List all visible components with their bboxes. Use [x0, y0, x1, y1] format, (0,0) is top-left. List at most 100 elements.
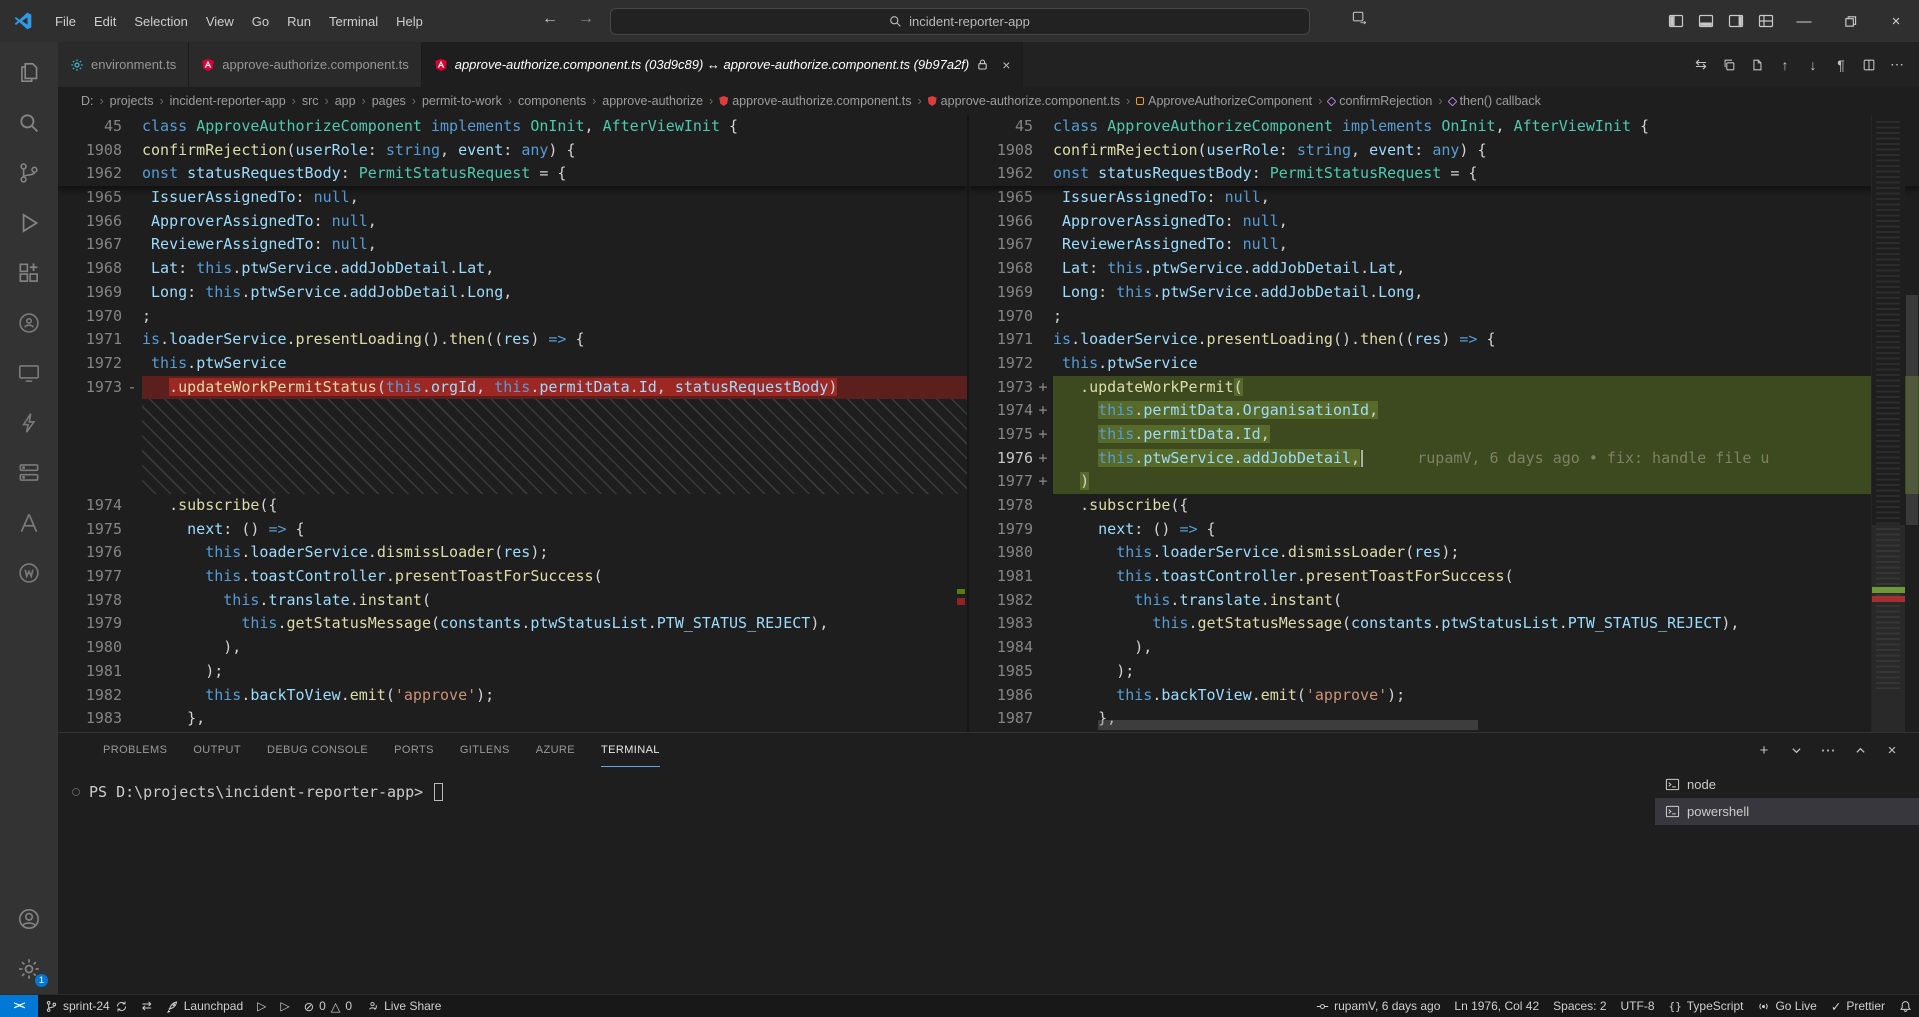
play-icon[interactable]: ▷: [273, 995, 296, 1017]
line-number[interactable]: 1977: [58, 565, 122, 589]
menu-terminal[interactable]: Terminal: [320, 9, 387, 34]
vertical-scrollbar[interactable]: [1906, 295, 1918, 525]
code-line[interactable]: 1981 );: [58, 660, 967, 684]
search-sidebar-icon[interactable]: [0, 98, 58, 148]
line-number[interactable]: 1962: [969, 162, 1033, 186]
code-line[interactable]: 1972 this.ptwService: [969, 352, 1919, 376]
line-number[interactable]: 1971: [969, 328, 1033, 352]
line-number[interactable]: 1978: [58, 589, 122, 613]
line-number[interactable]: 1986: [969, 684, 1033, 708]
code-line[interactable]: 1975+ this.permitData.Id,: [969, 423, 1919, 447]
line-number[interactable]: 1962: [58, 162, 122, 186]
code-line[interactable]: 1974+ this.permitData.OrganisationId,: [969, 399, 1919, 423]
line-number[interactable]: 1967: [58, 233, 122, 257]
line-number[interactable]: 1984: [969, 636, 1033, 660]
line-number[interactable]: 1975: [58, 518, 122, 542]
code-line[interactable]: 45class ApproveAuthorizeComponent implem…: [58, 115, 967, 139]
code-line[interactable]: 1971is.loaderService.presentLoading().th…: [969, 328, 1919, 352]
line-number[interactable]: 1974: [969, 399, 1033, 423]
menu-view[interactable]: View: [197, 9, 243, 34]
code-line[interactable]: 1962onst statusRequestBody: PermitStatus…: [58, 162, 967, 186]
toggle-sidebar-icon[interactable]: [1661, 13, 1691, 29]
breadcrumb-item[interactable]: app: [334, 94, 357, 108]
notifications-bell-icon[interactable]: [1892, 995, 1919, 1017]
code-line[interactable]: 1970;: [969, 305, 1919, 329]
swap-sides-icon[interactable]: ⇆: [1689, 53, 1713, 77]
previous-change-icon[interactable]: ↑: [1773, 53, 1797, 77]
line-number[interactable]: 1976: [58, 541, 122, 565]
breadcrumb-item[interactable]: ApproveAuthorizeComponent: [1135, 94, 1313, 108]
source-control-icon[interactable]: [0, 148, 58, 198]
line-number[interactable]: 1965: [58, 186, 122, 210]
remote-explorer-icon[interactable]: [0, 348, 58, 398]
wakatime-icon[interactable]: [0, 548, 58, 598]
problems-item[interactable]: ⊘0 △0: [297, 995, 359, 1017]
code-line[interactable]: 1976+ this.ptwService.addJobDetail, rupa…: [969, 447, 1919, 471]
code-line[interactable]: 1908confirmRejection(userRole: string, e…: [58, 139, 967, 163]
line-number[interactable]: 1972: [58, 352, 122, 376]
prettier-item[interactable]: ✓ Prettier: [1824, 995, 1892, 1017]
code-line[interactable]: 1975 next: () => {: [58, 518, 967, 542]
code-line[interactable]: 1974 .subscribe({: [58, 494, 967, 518]
breadcrumb-item[interactable]: incident-reporter-app: [169, 94, 287, 108]
line-number[interactable]: 1973: [969, 376, 1033, 400]
breadcrumb-item[interactable]: pages: [371, 94, 407, 108]
line-number[interactable]: 1987: [969, 707, 1033, 731]
breadcrumb-item[interactable]: confirmRejection: [1327, 94, 1433, 108]
menu-selection[interactable]: Selection: [125, 9, 196, 34]
back-icon[interactable]: ←: [542, 10, 558, 28]
run-debug-icon[interactable]: [0, 198, 58, 248]
code-line[interactable]: 1982 this.translate.instant(: [969, 589, 1919, 613]
code-line[interactable]: 1986 this.backToView.emit('approve');: [969, 684, 1919, 708]
whitespace-icon[interactable]: ¶: [1829, 53, 1853, 77]
code-line[interactable]: 45class ApproveAuthorizeComponent implem…: [969, 115, 1919, 139]
code-line[interactable]: 1979 this.getStatusMessage(constants.ptw…: [58, 612, 967, 636]
line-number[interactable]: 1980: [58, 636, 122, 660]
code-line[interactable]: 1973- .updateWorkPermitStatus(this.orgId…: [58, 376, 967, 400]
line-number[interactable]: 1966: [58, 210, 122, 234]
line-number[interactable]: 1980: [969, 541, 1033, 565]
breadcrumb-item[interactable]: approve-authorize: [601, 94, 704, 108]
indentation[interactable]: Spaces: 2: [1546, 995, 1613, 1017]
line-number[interactable]: 1968: [58, 257, 122, 281]
extensions-icon[interactable]: [0, 248, 58, 298]
language-mode[interactable]: {} TypeScript: [1662, 995, 1751, 1017]
terminal-list-item-node[interactable]: node: [1655, 771, 1919, 798]
line-number[interactable]: 1985: [969, 660, 1033, 684]
breadcrumb-item[interactable]: components: [517, 94, 587, 108]
editor-layout-dropdown-icon[interactable]: [1352, 10, 1367, 25]
terminal-list-item-powershell[interactable]: powershell: [1655, 798, 1919, 825]
code-line[interactable]: 1966 ApproverAssignedTo: null,: [969, 210, 1919, 234]
live-share-icon[interactable]: [0, 298, 58, 348]
code-line[interactable]: 1962onst statusRequestBody: PermitStatus…: [969, 162, 1919, 186]
line-number[interactable]: 1976: [969, 447, 1033, 471]
line-number[interactable]: 1969: [969, 281, 1033, 305]
code-line[interactable]: 1983 this.getStatusMessage(constants.ptw…: [969, 612, 1919, 636]
code-line[interactable]: 1971is.loaderService.presentLoading().th…: [58, 328, 967, 352]
code-line[interactable]: 1978 .subscribe({: [969, 494, 1919, 518]
minimize-button[interactable]: —: [1781, 0, 1827, 42]
mssql-icon[interactable]: [0, 448, 58, 498]
line-number[interactable]: 1981: [58, 660, 122, 684]
next-change-icon[interactable]: ↓: [1801, 53, 1825, 77]
code-line[interactable]: 1965 IssuerAssignedTo: null,: [58, 186, 967, 210]
horizontal-scrollbar[interactable]: [1098, 720, 1478, 730]
split-editor-icon[interactable]: [1857, 53, 1881, 77]
code-line[interactable]: 1972 this.ptwService: [58, 352, 967, 376]
line-number[interactable]: 1971: [58, 328, 122, 352]
code-line[interactable]: 1983 },: [58, 707, 967, 731]
line-number[interactable]: 1979: [969, 518, 1033, 542]
breadcrumb-item[interactable]: src: [301, 94, 320, 108]
command-decoration-icon[interactable]: [72, 788, 80, 796]
close-tab-icon[interactable]: ×: [1002, 57, 1010, 73]
line-number[interactable]: 1965: [969, 186, 1033, 210]
go-live-item[interactable]: Go Live: [1750, 995, 1823, 1017]
code-line[interactable]: 1984 ),: [969, 636, 1919, 660]
tab-diff-approve-authorize[interactable]: approve-authorize.component.ts (03d9c89)…: [422, 42, 1024, 87]
new-terminal-icon[interactable]: +: [1753, 739, 1775, 761]
minimap[interactable]: [1871, 115, 1905, 732]
line-number[interactable]: 1966: [969, 210, 1033, 234]
code-line[interactable]: 1977+ ): [969, 470, 1919, 494]
breadcrumb-item[interactable]: approve-authorize.component.ts: [927, 94, 1121, 108]
panel-tab-output[interactable]: OUTPUT: [193, 733, 241, 767]
